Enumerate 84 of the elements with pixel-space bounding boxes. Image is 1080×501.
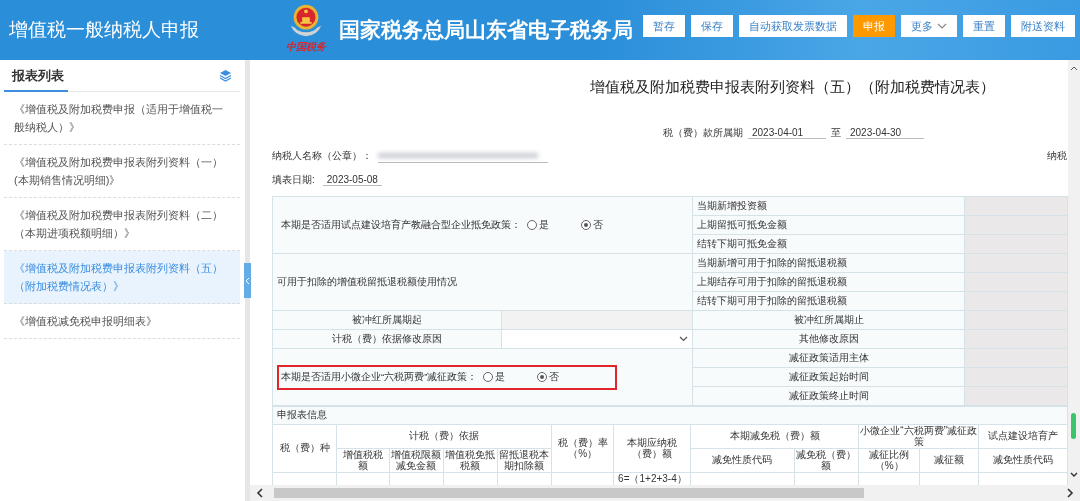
chevron-left-icon[interactable] (256, 488, 264, 498)
sidebar-item[interactable]: 《增值税减免税申报明细表》 (4, 304, 240, 339)
column-header: 增值税免抵税额 (445, 449, 496, 471)
radio-option[interactable]: 是 (483, 370, 506, 384)
sidebar-item[interactable]: 《增值税及附加税费申报（适用于增值税一般纳税人）》 (4, 92, 240, 145)
toolbar-button[interactable]: 附送资料 (1011, 15, 1075, 37)
field-label: 结转下期可抵免金额 (697, 237, 788, 249)
formula-text: 6=（1+2+3-4） (618, 473, 687, 484)
field-label: 其他修改原因 (798, 332, 859, 344)
period-start-field[interactable]: 2023-04-01 (748, 127, 826, 139)
app-title: 增值税一般纳税人申报 (9, 18, 200, 42)
period-end-field[interactable]: 2023-04-30 (846, 127, 924, 139)
horizontal-scrollbar[interactable] (250, 485, 1080, 501)
toolbar-button[interactable]: 更多 (901, 15, 957, 37)
readonly-field[interactable] (964, 368, 1067, 386)
field-label: 当期新增可用于扣除的留抵退税额 (697, 256, 848, 268)
toolbar-button[interactable]: 重置 (963, 15, 1005, 37)
column-header: 增值税税额 (342, 449, 383, 471)
readonly-field[interactable] (964, 349, 1067, 367)
column-header: 计税（费）依据 (409, 430, 480, 442)
column-header: 减征额 (934, 454, 965, 466)
field-label: 被冲红所属期起 (352, 313, 423, 325)
toolbar-button[interactable]: 自动获取发票数据 (739, 15, 847, 37)
input-field[interactable] (502, 311, 693, 329)
readonly-field[interactable] (964, 254, 1067, 272)
radio-option[interactable]: 是 (527, 218, 549, 232)
field-label: 当期新增投资额 (697, 199, 768, 211)
chevron-down-icon[interactable] (1070, 471, 1078, 479)
question-label: 本期是否适用小微企业“六税两费”减征政策： (281, 370, 478, 384)
field-label: 上期留抵可抵免金额 (697, 218, 788, 230)
period-separator: 至 (831, 126, 841, 140)
column-header: 减免税（费）额 (796, 449, 857, 471)
column-header: 试点建设培育产 (988, 430, 1059, 442)
column-header: 留抵退税本期扣除额 (499, 449, 550, 471)
field-label: 结转下期可用于扣除的留抵退税额 (697, 294, 848, 306)
readonly-field[interactable] (964, 311, 1067, 329)
column-header: 减征比例（%） (869, 449, 910, 471)
readonly-field[interactable] (964, 292, 1067, 310)
readonly-field[interactable] (964, 216, 1067, 234)
caret-icon (937, 22, 947, 30)
question-label: 本期是否适用试点建设培育产教融合型企业抵免政策： (281, 218, 521, 232)
column-header: 本期应纳税（费）额 (627, 437, 678, 459)
scrollbar-thumb[interactable] (1071, 413, 1076, 439)
chevron-down-icon (679, 336, 689, 342)
taxpayer-label: 纳税人名称（公章）： (272, 148, 372, 163)
field-label: 减征政策适用主体 (788, 351, 869, 363)
vertical-scrollbar[interactable] (1068, 60, 1080, 485)
fill-date-label: 填表日期: (272, 173, 315, 187)
site-name: 国家税务总局山东省电子税务局 (339, 17, 633, 43)
section-label: 可用于扣除的增值税留抵退税额使用情况 (277, 275, 457, 287)
column-header: 减免性质代码 (712, 454, 773, 466)
form-title: 增值税及附加税费申报表附列资料（五）（附加税费情况表） (589, 78, 996, 97)
readonly-field[interactable] (964, 273, 1067, 291)
column-header: 本期减免税（费）额 (729, 430, 820, 442)
column-header: 小微企业“六税两费”减征政策 (860, 425, 977, 447)
field-label: 减征政策起始时间 (788, 370, 869, 382)
toolbar-button[interactable]: 保存 (691, 15, 733, 37)
readonly-field[interactable] (964, 330, 1067, 348)
column-header: 税（费）种 (279, 442, 330, 454)
chevron-right-icon[interactable] (1066, 488, 1074, 498)
readonly-field[interactable] (964, 235, 1067, 253)
scrollbar-thumb[interactable] (274, 488, 864, 498)
column-header: 税（费）率（%） (557, 437, 608, 459)
panel-title[interactable]: 报表列表 (4, 66, 64, 85)
radio-option[interactable]: 否 (537, 370, 560, 384)
field-label: 被冲红所属期止 (793, 313, 864, 325)
layers-icon[interactable] (219, 69, 232, 82)
chevron-up-icon[interactable] (1070, 64, 1078, 72)
readonly-field[interactable] (964, 197, 1067, 215)
field-label: 减征政策终止时间 (788, 389, 869, 401)
taxpayer-label: 纳税 (1047, 148, 1067, 163)
field-label: 计税（费）依据修改原因 (332, 332, 443, 344)
fill-date-field[interactable]: 2023-05-08 (322, 174, 382, 186)
column-header: 减免性质代码 (993, 454, 1054, 466)
period-label: 税（费）款所属期 (663, 126, 743, 140)
collapse-handle[interactable] (244, 263, 251, 298)
section-title: 申报表信息 (277, 409, 327, 421)
sidebar-item[interactable]: 《增值税及附加税费申报表附列资料（一）(本期销售情况明细)》 (4, 145, 240, 198)
logo-caption: 中国税务 (286, 40, 326, 54)
column-header: 增值税限额减免金额 (391, 449, 442, 471)
toolbar-button[interactable]: 暂存 (643, 15, 685, 37)
field-label: 上期结存可用于扣除的留抵退税额 (697, 275, 848, 287)
readonly-field[interactable] (964, 387, 1067, 405)
radio-option[interactable]: 否 (581, 218, 603, 232)
